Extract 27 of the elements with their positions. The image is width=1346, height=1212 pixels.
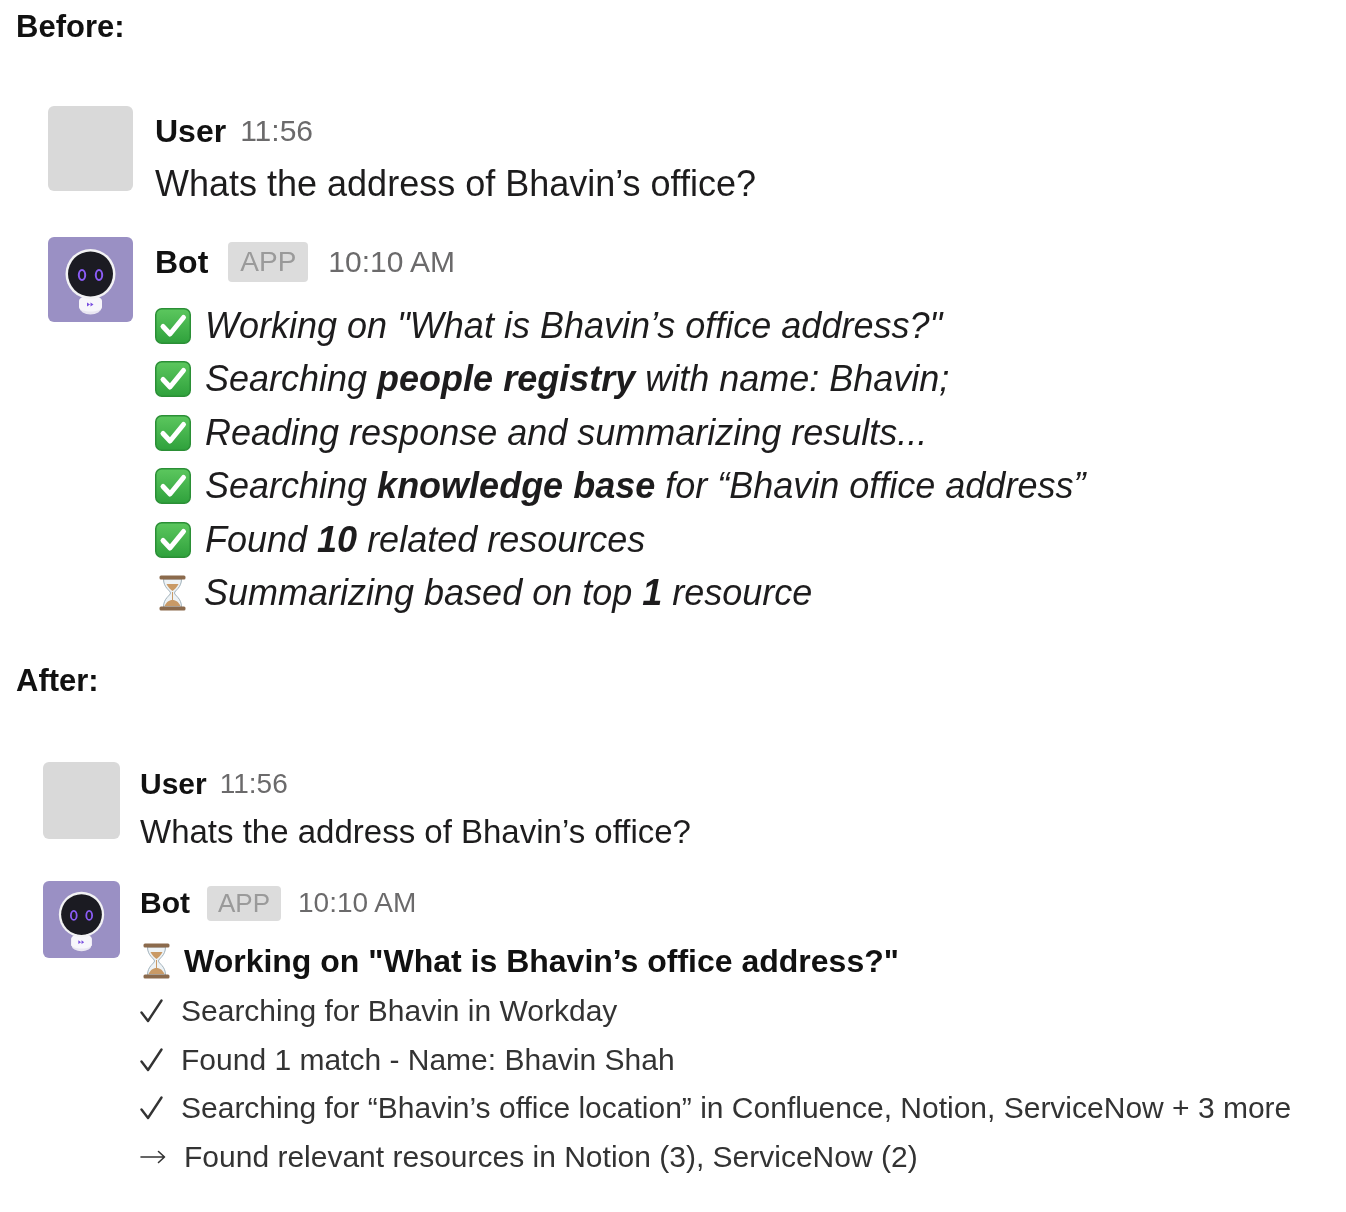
- message-text: Whats the address of Bhavin’s office?: [140, 812, 691, 852]
- timestamp: 10:10 AM: [328, 245, 456, 279]
- author-name: User: [155, 112, 227, 150]
- app-badge: APP: [207, 885, 281, 921]
- section-heading: Before:: [16, 9, 125, 45]
- step-text: Found relevant resources in Notion (3), ServiceNow (2): [184, 1139, 918, 1174]
- message-text: Whats the address of Bhavin’s office?: [155, 162, 756, 206]
- app-badge: APP: [228, 242, 309, 282]
- step-text: Summarizing based on top 1 resource: [204, 572, 813, 615]
- timestamp: 11:56: [219, 768, 288, 800]
- status-title: Working on "What is Bhavin’s office address?": [184, 942, 899, 980]
- timestamp: 10:10 AM: [298, 887, 417, 919]
- section-heading: After:: [16, 663, 99, 699]
- timestamp: 11:56: [240, 114, 313, 148]
- step-text: Searching for Bhavin in Workday: [181, 994, 618, 1029]
- step-text: Working on "What is Bhavin’s office address?": [205, 304, 943, 347]
- step-text: Found 10 related resources: [205, 518, 646, 561]
- step-text: Found 1 match - Name: Bhavin Shah: [181, 1042, 675, 1077]
- author-name: Bot: [155, 243, 209, 281]
- author-name: Bot: [140, 886, 190, 920]
- robot-icon: [43, 881, 120, 958]
- author-name: User: [140, 767, 207, 801]
- step-text: Reading response and summarizing results...: [205, 411, 928, 454]
- step-text: Searching knowledge base for “Bhavin office address”: [205, 465, 1086, 508]
- step-text: Searching people registry with name: Bhavin;: [205, 358, 950, 401]
- step-text: Searching for “Bhavin’s office location” in Confluence, Notion, ServiceNow + 3 more: [181, 1091, 1292, 1126]
- robot-icon: [48, 237, 133, 322]
